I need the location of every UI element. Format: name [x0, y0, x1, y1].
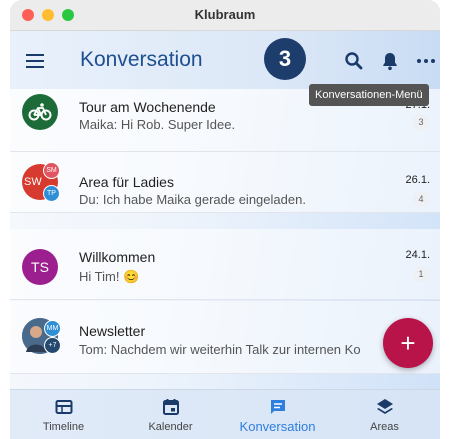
- bicycle-icon: [22, 94, 58, 130]
- nav-label: Konversation: [239, 419, 316, 434]
- avatar: TS: [22, 249, 58, 285]
- step-badge: 3: [264, 38, 306, 80]
- nav-label: Areas: [370, 421, 399, 433]
- page-title: Konversation: [80, 48, 203, 71]
- conversation-list: Tour am Wochenende Maika: Hi Rob. Super …: [10, 89, 440, 389]
- nav-timeline[interactable]: Timeline: [10, 390, 117, 439]
- conversation-title: Tour am Wochenende: [79, 99, 216, 115]
- add-conversation-button[interactable]: +: [383, 318, 433, 368]
- window-title: Klubraum: [194, 7, 256, 22]
- nav-kalender[interactable]: Kalender: [117, 390, 224, 439]
- calendar-icon: [162, 398, 180, 416]
- conversation-item[interactable]: MM +7 Newsletter Tom: Nachdem wir weiter…: [10, 301, 440, 374]
- nav-label: Kalender: [148, 421, 193, 433]
- app-bar: Konversation 3: [10, 31, 440, 89]
- unread-count: 4: [413, 191, 429, 207]
- conversation-last-message: Tom: Nachdem wir weiterhin Talk zur inte…: [79, 342, 361, 357]
- more-horizontal-icon[interactable]: [414, 49, 438, 73]
- app-window: Klubraum Konversation 3 Konversationen-M…: [10, 0, 440, 439]
- conversation-date: 24.1.: [405, 249, 430, 261]
- nav-areas[interactable]: Areas: [331, 390, 438, 439]
- nav-label: Timeline: [42, 421, 85, 433]
- unread-count: 3: [413, 114, 429, 130]
- layers-icon: [376, 398, 394, 416]
- conversation-item[interactable]: SW SM TP Area für Ladies Du: Ich habe Ma…: [10, 152, 440, 213]
- conversation-last-message: Hi Tim! 😊: [79, 269, 140, 284]
- conversation-date: 26.1.: [405, 174, 430, 186]
- bottom-navigation: Timeline Kalender Konversation Areas: [10, 389, 440, 439]
- conversation-title: Willkommen: [79, 249, 156, 265]
- conversation-title: Newsletter: [79, 323, 146, 339]
- conversation-title: Area für Ladies: [79, 174, 174, 190]
- chat-icon: [269, 398, 287, 416]
- conversation-last-message: Du: Ich habe Maika gerade eingeladen.: [79, 192, 306, 207]
- conversation-last-message: Maika: Hi Rob. Super Idee.: [79, 117, 236, 132]
- conversation-item[interactable]: TS Willkommen Hi Tim! 😊 24.1. 1: [10, 229, 440, 300]
- hamburger-icon[interactable]: [26, 52, 46, 68]
- nav-konversation[interactable]: Konversation: [224, 390, 331, 439]
- menu-tooltip: Konversationen-Menü: [309, 84, 429, 106]
- bell-icon[interactable]: [378, 49, 402, 73]
- timeline-icon: [55, 398, 73, 416]
- search-icon[interactable]: [342, 49, 366, 73]
- unread-count: 1: [413, 266, 429, 282]
- group-avatar: SW SM TP: [22, 162, 60, 202]
- group-avatar: MM +7: [22, 318, 61, 354]
- window-titlebar: Klubraum: [10, 0, 440, 31]
